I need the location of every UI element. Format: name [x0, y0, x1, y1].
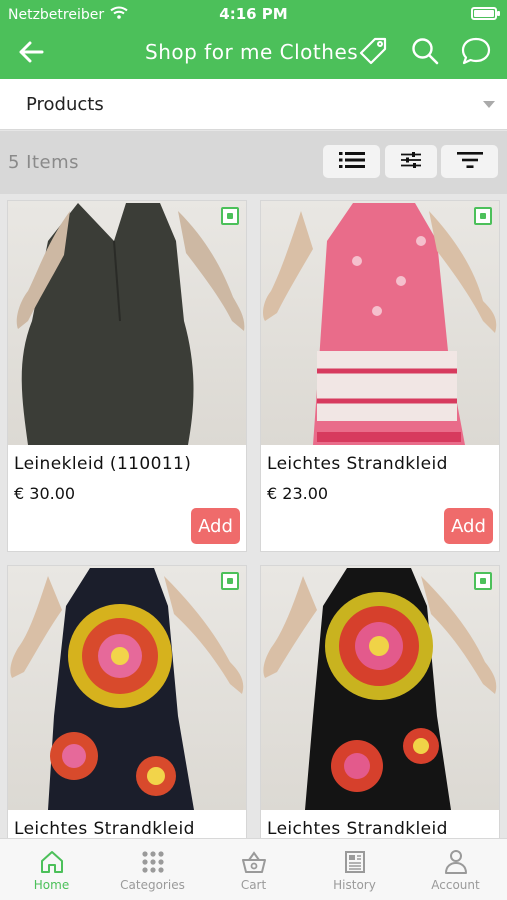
selection-badge-icon	[474, 207, 492, 225]
category-select[interactable]: Products	[0, 79, 507, 130]
add-to-cart-button[interactable]: Add	[191, 508, 240, 544]
chat-bubble-icon	[460, 36, 492, 70]
chevron-down-icon	[483, 101, 495, 108]
list-icon	[338, 151, 365, 173]
product-name: Leichtes Strandkleid	[14, 819, 195, 839]
tab-label: Categories	[120, 878, 185, 892]
product-image[interactable]	[261, 201, 499, 445]
tab-account[interactable]: Account	[405, 839, 506, 900]
newspaper-icon	[304, 849, 405, 875]
basket-icon	[203, 849, 304, 875]
home-icon	[1, 849, 102, 875]
product-price: € 30.00	[14, 484, 76, 503]
arrow-left-icon	[18, 41, 44, 67]
tab-label: Home	[33, 878, 70, 892]
items-toolbar: 5 Items	[0, 131, 507, 194]
battery-icon	[471, 7, 500, 20]
back-button[interactable]	[14, 37, 48, 71]
tab-home[interactable]: Home	[1, 839, 102, 900]
app-screen: Netzbetreiber 4:16 PM Shop for me Clothe…	[0, 0, 507, 900]
tab-history[interactable]: History	[304, 839, 405, 900]
product-image[interactable]	[8, 566, 246, 810]
product-card[interactable]: Leinekleid (110011) € 30.00 Add	[7, 200, 247, 552]
page-title: Shop for me Clothes	[145, 40, 359, 64]
items-count: 5 Items	[8, 152, 80, 173]
chat-button[interactable]	[459, 36, 493, 70]
top-bar: Netzbetreiber 4:16 PM Shop for me Clothe…	[0, 0, 507, 79]
sort-icon	[456, 151, 483, 173]
status-bar: Netzbetreiber 4:16 PM	[0, 0, 507, 28]
user-icon	[405, 849, 506, 875]
product-image[interactable]	[8, 201, 246, 445]
filter-button[interactable]	[385, 145, 437, 178]
tab-label: Account	[431, 878, 480, 892]
list-view-button[interactable]	[323, 145, 380, 178]
search-icon	[410, 36, 440, 70]
tab-label: History	[333, 878, 376, 892]
category-select-value: Products	[26, 94, 104, 115]
product-name: Leichtes Strandkleid	[267, 819, 448, 839]
add-to-cart-button[interactable]: Add	[444, 508, 493, 544]
search-button[interactable]	[408, 36, 442, 70]
tab-cart[interactable]: Cart	[203, 839, 304, 900]
status-time: 4:16 PM	[219, 5, 288, 23]
product-name: Leichtes Strandkleid	[267, 454, 448, 474]
tag-icon	[357, 35, 389, 71]
sliders-icon	[401, 151, 421, 172]
selection-badge-icon	[221, 207, 239, 225]
selection-badge-icon	[221, 572, 239, 590]
product-price: € 23.00	[267, 484, 329, 503]
tab-categories[interactable]: Categories	[102, 839, 203, 900]
grid-icon	[102, 849, 203, 875]
product-card[interactable]: Leichtes Strandkleid € 23.00 Add	[260, 200, 500, 552]
product-image[interactable]	[261, 566, 499, 810]
header: Shop for me Clothes	[0, 28, 507, 79]
bottom-tab-bar: Home Categories Cart History Account	[0, 838, 507, 900]
tab-label: Cart	[240, 878, 267, 892]
selection-badge-icon	[474, 572, 492, 590]
sort-button[interactable]	[441, 145, 498, 178]
tag-button[interactable]	[356, 36, 390, 70]
product-name: Leinekleid (110011)	[14, 454, 192, 474]
